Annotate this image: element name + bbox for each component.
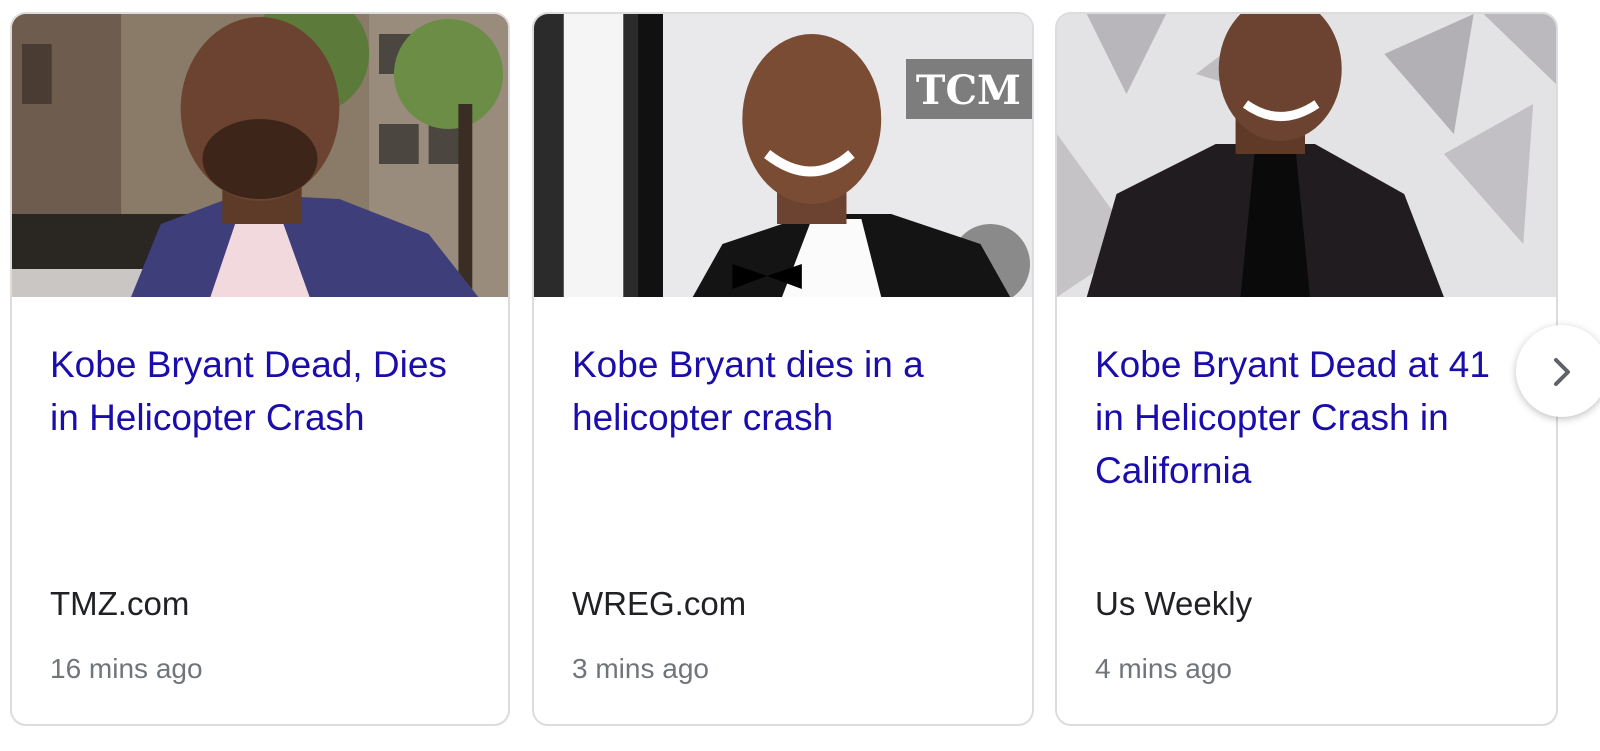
news-source: WREG.com [572, 585, 747, 622]
news-thumbnail-image: TCM [534, 14, 1032, 297]
news-source: Us Weekly [1095, 585, 1253, 622]
chevron-right-icon [1554, 358, 1570, 386]
top-stories-carousel: Kobe Bryant Dead, Dies in Helicopter Cra… [0, 0, 1600, 751]
news-card-2[interactable]: TCM Kobe Bryant dies in a helicopter cra… [532, 12, 1034, 726]
news-thumbnail [1057, 14, 1556, 297]
news-headline[interactable]: Kobe Bryant Dead at 41 in Helicopter Cra… [1095, 338, 1526, 497]
news-thumbnail-image [12, 14, 508, 297]
news-card-3[interactable]: Kobe Bryant Dead at 41 in Helicopter Cra… [1055, 12, 1558, 726]
news-timestamp: 4 mins ago [1095, 653, 1232, 684]
news-headline[interactable]: Kobe Bryant dies in a helicopter crash [572, 338, 1002, 444]
news-headline[interactable]: Kobe Bryant Dead, Dies in Helicopter Cra… [50, 338, 478, 444]
news-timestamp: 3 mins ago [572, 653, 709, 684]
news-timestamp: 16 mins ago [50, 653, 203, 684]
news-thumbnail: TCM [534, 14, 1032, 297]
news-card-1[interactable]: Kobe Bryant Dead, Dies in Helicopter Cra… [10, 12, 510, 726]
news-thumbnail-image [1057, 14, 1556, 297]
news-thumbnail [12, 14, 508, 297]
carousel-next-button[interactable] [1516, 325, 1600, 417]
tcm-logo: TCM [916, 68, 1021, 114]
news-source: TMZ.com [50, 585, 190, 622]
